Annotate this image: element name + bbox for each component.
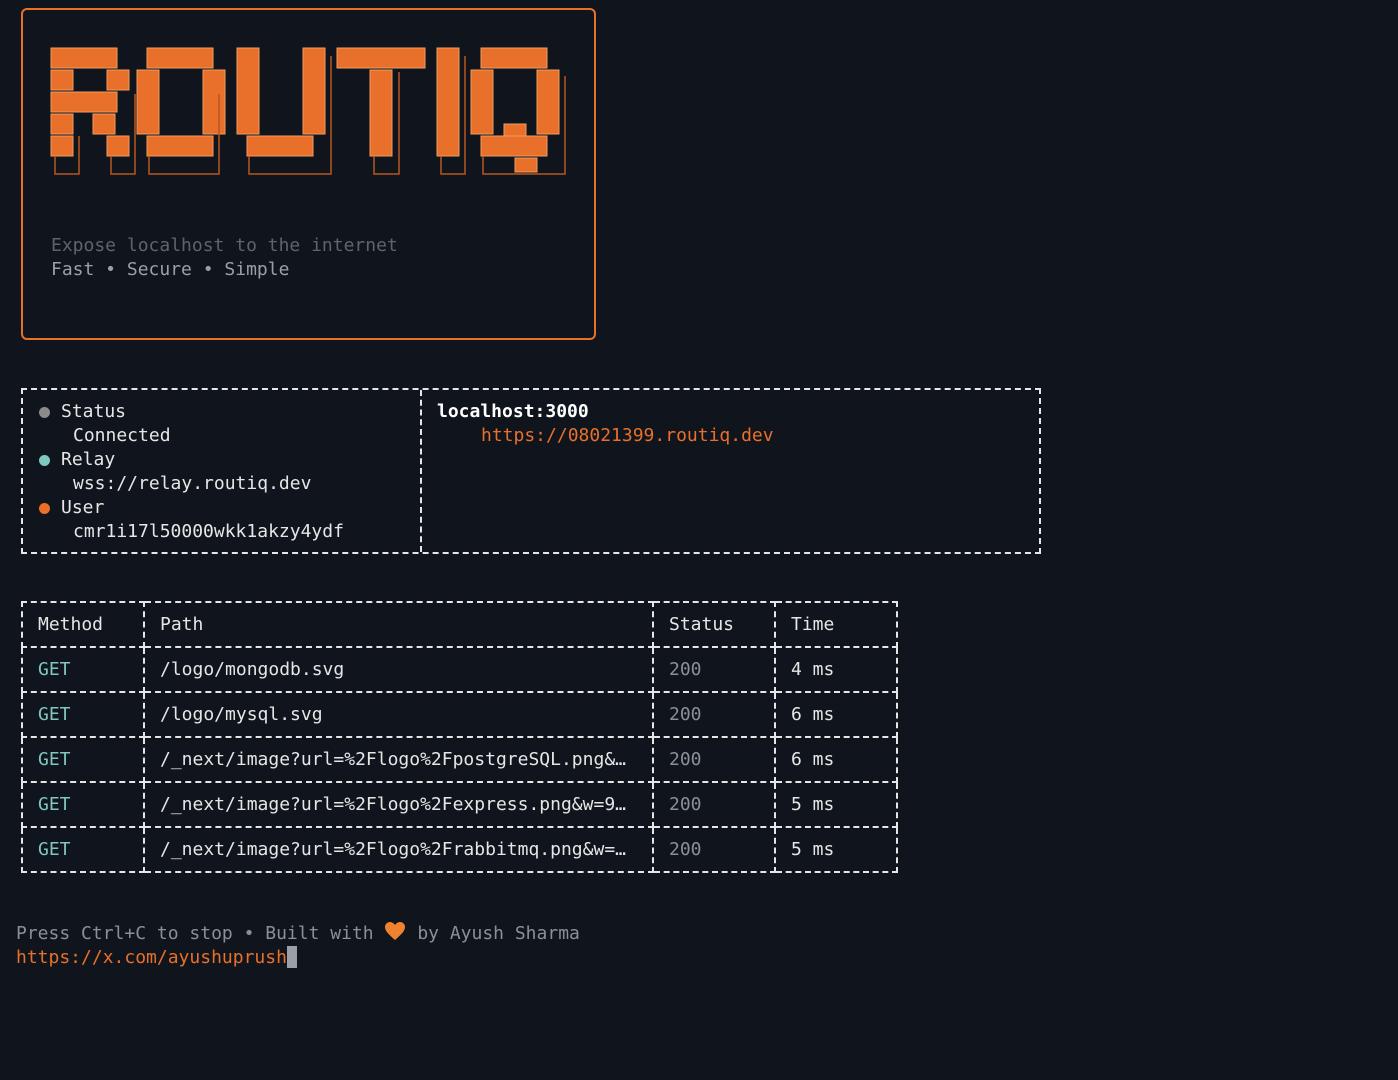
footer-suffix: by Ayush Sharma [417, 923, 580, 944]
routiq-logo [50, 47, 566, 175]
request-time: 5 ms [774, 781, 898, 828]
request-method: GET [21, 691, 145, 738]
requests-table: Method Path Status Time GET /logo/mongod… [21, 601, 898, 873]
public-url-link[interactable]: https://08021399.routiq.dev [437, 424, 774, 448]
status-label: Status [61, 401, 127, 422]
connection-details: Status Connected Relay wss://relay.routi… [39, 400, 344, 544]
banner-box: Expose localhost to the internet Fast • … [21, 8, 596, 340]
user-row: User [39, 496, 344, 520]
orange-heart-icon [385, 922, 406, 940]
author-link[interactable]: https://x.com/ayushuprush [16, 947, 287, 968]
relay-value: wss://relay.routiq.dev [73, 473, 312, 494]
request-status: 200 [652, 781, 776, 828]
request-path: /_next/image?url=%2Flogo%2Frabbitmq.png&… [143, 826, 654, 873]
request-method: GET [21, 826, 145, 873]
relay-label: Relay [61, 449, 116, 470]
request-time: 5 ms [774, 826, 898, 873]
request-time: 6 ms [774, 691, 898, 738]
table-header-row: Method Path Status Time [21, 601, 898, 648]
request-time: 4 ms [774, 646, 898, 693]
request-path: /logo/mysql.svg [143, 691, 654, 738]
request-method: GET [21, 736, 145, 783]
request-method: GET [21, 781, 145, 828]
tunnel-mapping: localhost:3000 https://08021399.routiq.d… [437, 400, 774, 448]
user-value: cmr1i17l50000wkk1akzy4ydf [73, 521, 344, 542]
local-host: localhost:3000 [437, 401, 589, 422]
header-status: Status [652, 601, 776, 648]
request-status: 200 [652, 691, 776, 738]
request-status: 200 [652, 826, 776, 873]
table-row: GET /_next/image?url=%2Flogo%2Fexpress.p… [21, 781, 898, 828]
header-time: Time [774, 601, 898, 648]
request-path: /_next/image?url=%2Flogo%2FpostgreSQL.pn… [143, 736, 654, 783]
relay-row: Relay [39, 448, 344, 472]
header-method: Method [21, 601, 145, 648]
panel-divider [420, 390, 422, 552]
request-path: /_next/image?url=%2Flogo%2Fexpress.png&w… [143, 781, 654, 828]
table-row: GET /logo/mysql.svg 200 6 ms [21, 691, 898, 738]
request-path: /logo/mongodb.svg [143, 646, 654, 693]
user-dot-icon [39, 502, 50, 514]
terminal-cursor [286, 946, 297, 968]
header-path: Path [143, 601, 654, 648]
footer: Press Ctrl+C to stop • Built with by Ayu… [16, 921, 580, 970]
table-row: GET /logo/mongodb.svg 200 4 ms [21, 646, 898, 693]
connection-info-panel: Status Connected Relay wss://relay.routi… [21, 388, 1041, 554]
user-label: User [61, 497, 105, 518]
status-value: Connected [73, 425, 171, 446]
relay-dot-icon [39, 454, 50, 466]
request-status: 200 [652, 646, 776, 693]
footer-prefix: Press Ctrl+C to stop • Built with [16, 923, 374, 944]
request-time: 6 ms [774, 736, 898, 783]
status-row: Status [39, 400, 344, 424]
request-status: 200 [652, 736, 776, 783]
status-dot-icon [39, 406, 50, 418]
features-line: Fast • Secure • Simple [51, 259, 290, 280]
table-row: GET /_next/image?url=%2Flogo%2Frabbitmq.… [21, 826, 898, 873]
tagline-block: Expose localhost to the internet Fast • … [51, 234, 398, 282]
footer-link-line: https://x.com/ayushuprush [16, 946, 580, 970]
request-method: GET [21, 646, 145, 693]
footer-credits: Press Ctrl+C to stop • Built with by Ayu… [16, 921, 580, 946]
tagline: Expose localhost to the internet [51, 235, 398, 256]
table-row: GET /_next/image?url=%2Flogo%2FpostgreSQ… [21, 736, 898, 783]
